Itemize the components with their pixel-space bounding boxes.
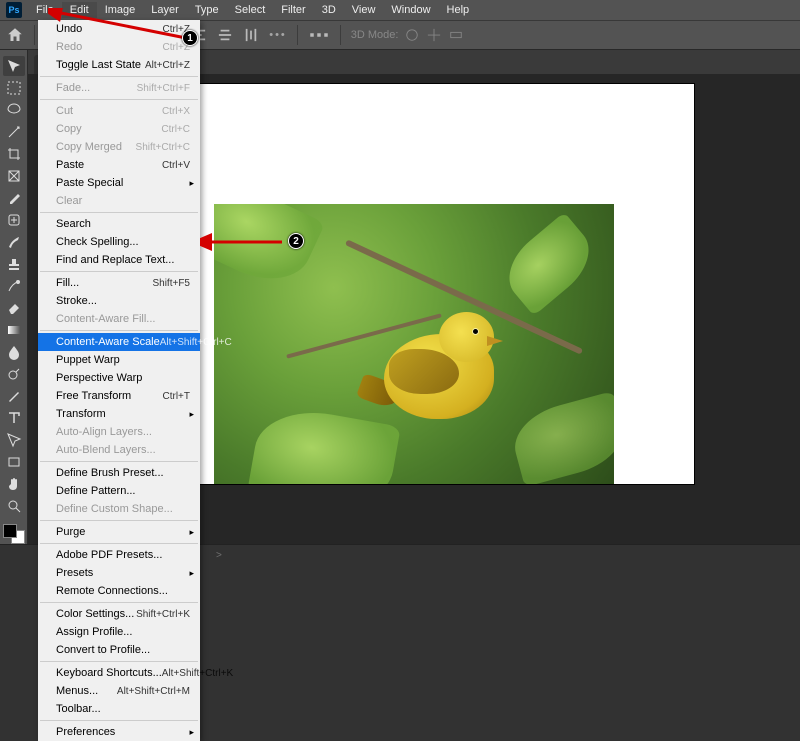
- menuitem-preferences[interactable]: Preferences: [38, 723, 200, 741]
- tool-type[interactable]: [3, 408, 25, 428]
- edit-menu-dropdown: UndoCtrl+ZRedoCtrl+ZToggle Last StateAlt…: [38, 20, 200, 741]
- menuitem-color-settings[interactable]: Color Settings...Shift+Ctrl+K: [38, 605, 200, 623]
- tool-move[interactable]: [3, 56, 25, 76]
- menu-3d[interactable]: 3D: [314, 2, 344, 18]
- menuitem-transform[interactable]: Transform: [38, 405, 200, 423]
- statusbar-arrow-icon[interactable]: >: [216, 550, 222, 561]
- tool-rect[interactable]: [3, 452, 25, 472]
- 3d-mode-group: 3D Mode:: [351, 28, 465, 42]
- document-canvas[interactable]: [134, 84, 694, 484]
- menuitem-paste[interactable]: PasteCtrl+V: [38, 156, 200, 174]
- menuitem-menus[interactable]: Menus...Alt+Shift+Ctrl+M: [38, 682, 200, 700]
- tool-pen[interactable]: [3, 386, 25, 406]
- align-icon[interactable]: [243, 28, 259, 42]
- menuitem-cut: CutCtrl+X: [38, 102, 200, 120]
- menuitem-free-transform[interactable]: Free TransformCtrl+T: [38, 387, 200, 405]
- menuitem-toggle-last-state[interactable]: Toggle Last StateAlt+Ctrl+Z: [38, 56, 200, 74]
- menuitem-convert-to-profile[interactable]: Convert to Profile...: [38, 641, 200, 659]
- menuitem-adobe-pdf-presets[interactable]: Adobe PDF Presets...: [38, 546, 200, 564]
- color-swatches[interactable]: [3, 524, 25, 544]
- menuitem-stroke[interactable]: Stroke...: [38, 292, 200, 310]
- tool-marquee[interactable]: [3, 78, 25, 98]
- 3d-orbit-icon[interactable]: [404, 28, 420, 42]
- menu-image[interactable]: Image: [97, 2, 144, 18]
- menuitem-copy: CopyCtrl+C: [38, 120, 200, 138]
- tool-blur[interactable]: [3, 342, 25, 362]
- menu-layer[interactable]: Layer: [143, 2, 187, 18]
- menu-edit[interactable]: Edit: [62, 2, 97, 18]
- menuitem-presets[interactable]: Presets: [38, 564, 200, 582]
- align-icon[interactable]: [217, 28, 233, 42]
- menuitem-keyboard-shortcuts[interactable]: Keyboard Shortcuts...Alt+Shift+Ctrl+K: [38, 664, 200, 682]
- tool-gradient[interactable]: [3, 320, 25, 340]
- menu-type[interactable]: Type: [187, 2, 227, 18]
- menuitem-fade: Fade...Shift+Ctrl+F: [38, 79, 200, 97]
- 3d-slide-icon[interactable]: [448, 28, 464, 42]
- tool-stamp[interactable]: [3, 254, 25, 274]
- menuitem-redo: RedoCtrl+Z: [38, 38, 200, 56]
- menuitem-puppet-warp[interactable]: Puppet Warp: [38, 351, 200, 369]
- 3d-mode-label: 3D Mode:: [351, 29, 399, 41]
- menuitem-toolbar[interactable]: Toolbar...: [38, 700, 200, 718]
- menuitem-fill[interactable]: Fill...Shift+F5: [38, 274, 200, 292]
- menuitem-content-aware-scale[interactable]: Content-Aware ScaleAlt+Shift+Ctrl+C: [38, 333, 200, 351]
- tool-wand[interactable]: [3, 122, 25, 142]
- menu-view[interactable]: View: [344, 2, 384, 18]
- distribute-icon[interactable]: [308, 28, 330, 42]
- menuitem-define-pattern[interactable]: Define Pattern...: [38, 482, 200, 500]
- menuitem-auto-align-layers: Auto-Align Layers...: [38, 423, 200, 441]
- tool-dodge[interactable]: [3, 364, 25, 384]
- menuitem-remote-connections[interactable]: Remote Connections...: [38, 582, 200, 600]
- toolbox: [0, 50, 28, 544]
- tool-history[interactable]: [3, 276, 25, 296]
- menuitem-define-brush-preset[interactable]: Define Brush Preset...: [38, 464, 200, 482]
- tool-frame[interactable]: [3, 166, 25, 186]
- menuitem-find-and-replace-text[interactable]: Find and Replace Text...: [38, 251, 200, 269]
- menu-window[interactable]: Window: [383, 2, 438, 18]
- menuitem-check-spelling[interactable]: Check Spelling...: [38, 233, 200, 251]
- app-logo: Ps: [6, 2, 22, 18]
- tool-eyedrop[interactable]: [3, 188, 25, 208]
- tool-path[interactable]: [3, 430, 25, 450]
- menuitem-content-aware-fill: Content-Aware Fill...: [38, 310, 200, 328]
- menuitem-clear: Clear: [38, 192, 200, 210]
- menuitem-paste-special[interactable]: Paste Special: [38, 174, 200, 192]
- tool-crop[interactable]: [3, 144, 25, 164]
- menu-select[interactable]: Select: [227, 2, 274, 18]
- home-icon[interactable]: [6, 26, 24, 44]
- menuitem-search[interactable]: Search: [38, 215, 200, 233]
- menuitem-auto-blend-layers: Auto-Blend Layers...: [38, 441, 200, 459]
- menuitem-perspective-warp[interactable]: Perspective Warp: [38, 369, 200, 387]
- tool-hand[interactable]: [3, 474, 25, 494]
- menuitem-undo[interactable]: UndoCtrl+Z: [38, 20, 200, 38]
- menu-file[interactable]: File: [28, 2, 62, 18]
- tool-brush[interactable]: [3, 232, 25, 252]
- photo-layer: [214, 204, 614, 484]
- menuitem-purge[interactable]: Purge: [38, 523, 200, 541]
- tool-heal[interactable]: [3, 210, 25, 230]
- menuitem-assign-profile[interactable]: Assign Profile...: [38, 623, 200, 641]
- menu-help[interactable]: Help: [439, 2, 478, 18]
- menu-filter[interactable]: Filter: [273, 2, 313, 18]
- menuitem-define-custom-shape: Define Custom Shape...: [38, 500, 200, 518]
- more-icon[interactable]: •••: [269, 29, 287, 41]
- tool-zoom[interactable]: [3, 496, 25, 516]
- tool-lasso[interactable]: [3, 100, 25, 120]
- 3d-pan-icon[interactable]: [426, 28, 442, 42]
- menuitem-copy-merged: Copy MergedShift+Ctrl+C: [38, 138, 200, 156]
- menubar: Ps FileEditImageLayerTypeSelectFilter3DV…: [0, 0, 800, 20]
- tool-eraser[interactable]: [3, 298, 25, 318]
